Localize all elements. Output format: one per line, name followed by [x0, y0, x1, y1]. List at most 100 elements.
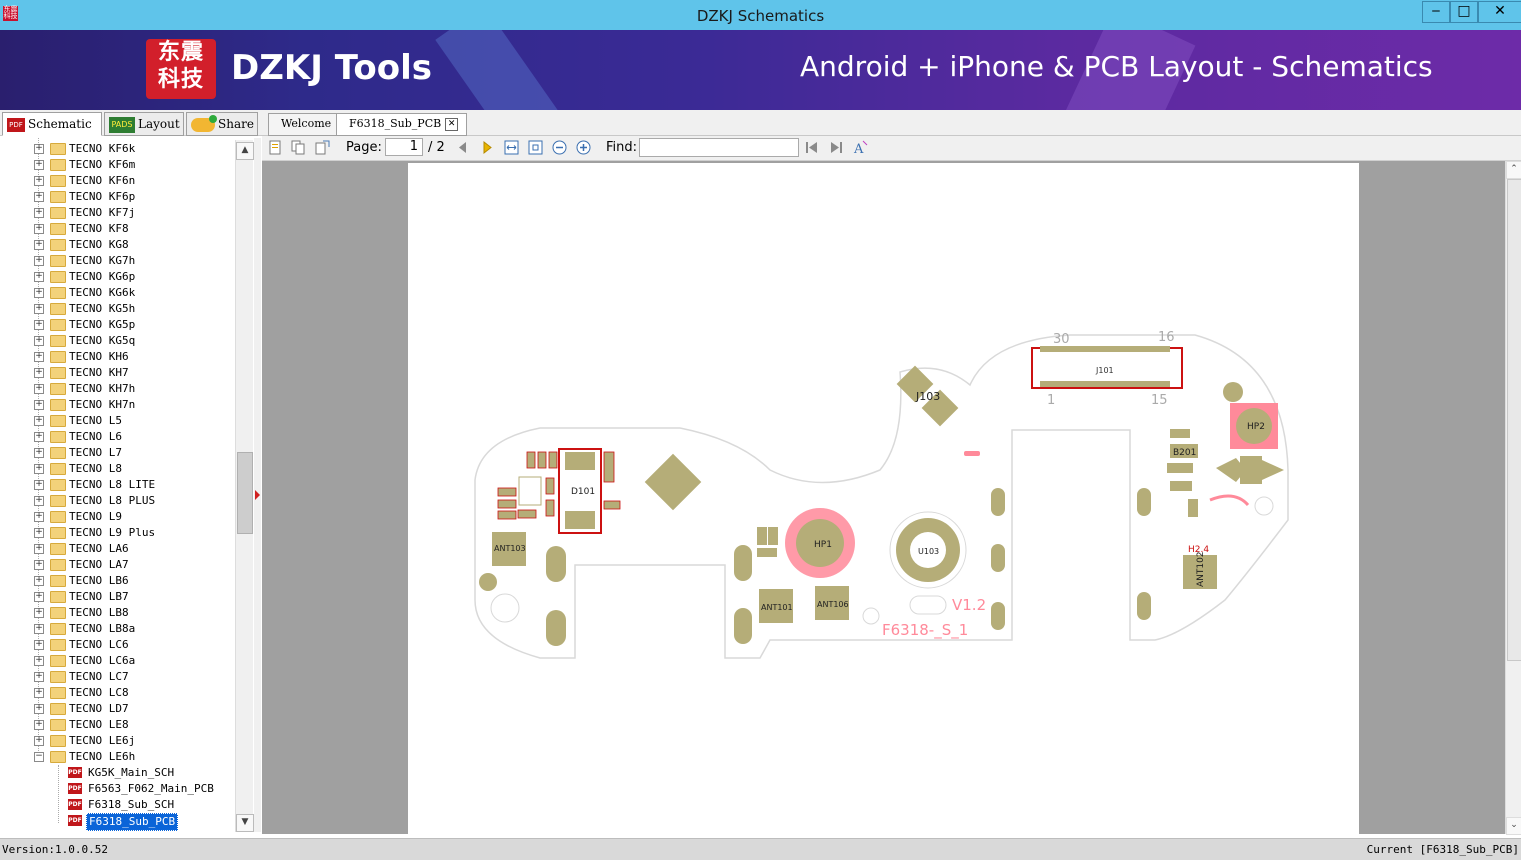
tree-folder[interactable]: − TECNO LE6h [0, 749, 234, 765]
expand-icon[interactable]: + [34, 656, 44, 666]
tree-folder[interactable]: + TECNO KG6k [0, 285, 234, 301]
tree-folder[interactable]: + TECNO LB7 [0, 589, 234, 605]
expand-icon[interactable]: + [34, 384, 44, 394]
tree-file[interactable]: PDF F6318_Sub_PCB [0, 813, 234, 831]
expand-icon[interactable]: + [34, 432, 44, 442]
tree-folder[interactable]: + TECNO KF7j [0, 205, 234, 221]
zoom-out-icon[interactable] [552, 140, 567, 155]
expand-icon[interactable]: + [34, 576, 44, 586]
tree-folder[interactable]: + TECNO KG5h [0, 301, 234, 317]
scroll-down-icon[interactable]: ▼ [236, 814, 254, 832]
fit-width-icon[interactable] [504, 140, 519, 155]
expand-icon[interactable]: + [34, 160, 44, 170]
panel-splitter[interactable] [254, 138, 261, 832]
scroll-up-icon[interactable]: ⌃ [1506, 161, 1521, 179]
expand-icon[interactable]: + [34, 640, 44, 650]
expand-icon[interactable]: + [34, 192, 44, 202]
tree-folder[interactable]: + TECNO LA7 [0, 557, 234, 573]
tree-folder[interactable]: + TECNO LC6 [0, 637, 234, 653]
tree-scroll-thumb[interactable] [237, 452, 253, 534]
tree-folder[interactable]: + TECNO KH7h [0, 381, 234, 397]
tree-folder[interactable]: + TECNO L9 [0, 509, 234, 525]
tree-folder[interactable]: + TECNO KH7n [0, 397, 234, 413]
tree-folder[interactable]: + TECNO KG6p [0, 269, 234, 285]
tree-folder[interactable]: + TECNO KG5q [0, 333, 234, 349]
collapse-arrow-icon[interactable] [255, 490, 260, 500]
document-viewer[interactable]: J101 30 16 1 15 J103 HP2 B201 ANT102 H2.… [262, 161, 1505, 834]
tree-folder[interactable]: + TECNO LE6j [0, 733, 234, 749]
tree-folder[interactable]: + TECNO KH7 [0, 365, 234, 381]
tree-folder[interactable]: + TECNO L5 [0, 413, 234, 429]
tree-folder[interactable]: + TECNO KF6p [0, 189, 234, 205]
expand-icon[interactable]: + [34, 416, 44, 426]
expand-icon[interactable]: + [34, 288, 44, 298]
tree-file[interactable]: PDF F6318_Sub_SCH [0, 797, 234, 813]
expand-icon[interactable]: + [34, 240, 44, 250]
expand-icon[interactable]: + [34, 256, 44, 266]
expand-icon[interactable]: + [34, 608, 44, 618]
tree-folder[interactable]: + TECNO KH6 [0, 349, 234, 365]
tree-folder[interactable]: + TECNO L8 PLUS [0, 493, 234, 509]
find-input[interactable] [639, 138, 799, 157]
expand-icon[interactable]: + [34, 368, 44, 378]
expand-icon[interactable]: + [34, 304, 44, 314]
expand-icon[interactable]: + [34, 672, 44, 682]
expand-icon[interactable]: + [34, 528, 44, 538]
tree-folder[interactable]: + TECNO LB6 [0, 573, 234, 589]
find-next-icon[interactable] [829, 140, 844, 155]
expand-icon[interactable]: + [34, 352, 44, 362]
open-file-icon[interactable] [268, 140, 283, 155]
tree-file[interactable]: PDF KG5K_Main_SCH [0, 765, 234, 781]
expand-icon[interactable]: + [34, 272, 44, 282]
expand-icon[interactable]: + [34, 208, 44, 218]
tree-folder[interactable]: + TECNO LB8a [0, 621, 234, 637]
next-page-icon[interactable] [480, 140, 495, 155]
expand-icon[interactable]: + [34, 592, 44, 602]
expand-icon[interactable]: + [34, 320, 44, 330]
expand-icon[interactable]: + [34, 688, 44, 698]
export-icon[interactable] [315, 140, 330, 155]
expand-icon[interactable]: + [34, 464, 44, 474]
tree-folder[interactable]: + TECNO LC6a [0, 653, 234, 669]
fit-page-icon[interactable] [528, 140, 543, 155]
viewer-scroll-thumb[interactable] [1507, 179, 1521, 661]
expand-icon[interactable]: + [34, 624, 44, 634]
close-tab-icon[interactable]: ✕ [445, 117, 459, 131]
minimize-button[interactable]: ‒ [1422, 1, 1450, 23]
expand-icon[interactable]: + [34, 704, 44, 714]
tab-layout[interactable]: PADS Layout [104, 112, 184, 136]
scroll-down-icon[interactable]: ⌄ [1506, 817, 1521, 835]
expand-icon[interactable]: + [34, 480, 44, 490]
expand-icon[interactable]: + [34, 400, 44, 410]
tree-folder[interactable]: + TECNO LC8 [0, 685, 234, 701]
expand-icon[interactable]: + [34, 144, 44, 154]
tree-folder[interactable]: + TECNO L8 LITE [0, 477, 234, 493]
viewer-scrollbar[interactable]: ⌃ ⌄ [1505, 161, 1521, 835]
expand-icon[interactable]: + [34, 448, 44, 458]
tree-folder[interactable]: + TECNO KG5p [0, 317, 234, 333]
tree-folder[interactable]: + TECNO KF6m [0, 157, 234, 173]
collapse-icon[interactable]: − [34, 752, 44, 762]
tree-folder[interactable]: + TECNO KG7h [0, 253, 234, 269]
expand-icon[interactable]: + [34, 496, 44, 506]
tree-folder[interactable]: + TECNO KF6n [0, 173, 234, 189]
find-previous-icon[interactable] [804, 140, 819, 155]
tree-file[interactable]: PDF F6563_F062_Main_PCB [0, 781, 234, 797]
tree-folder[interactable]: + TECNO KF8 [0, 221, 234, 237]
tree-folder[interactable]: + TECNO KG8 [0, 237, 234, 253]
close-button[interactable]: ✕ [1478, 1, 1521, 23]
tree-folder[interactable]: + TECNO L7 [0, 445, 234, 461]
tab-share[interactable]: Share [186, 112, 258, 136]
expand-icon[interactable]: + [34, 176, 44, 186]
copy-icon[interactable] [291, 140, 306, 155]
expand-icon[interactable]: + [34, 512, 44, 522]
expand-icon[interactable]: + [34, 560, 44, 570]
expand-icon[interactable]: + [34, 736, 44, 746]
tree-folder[interactable]: + TECNO L6 [0, 429, 234, 445]
expand-icon[interactable]: + [34, 720, 44, 730]
tree-folder[interactable]: + TECNO LB8 [0, 605, 234, 621]
tree-folder[interactable]: + TECNO LA6 [0, 541, 234, 557]
expand-icon[interactable]: + [34, 336, 44, 346]
tab-f6318-sub-pcb[interactable]: F6318_Sub_PCB ✕ [336, 113, 468, 136]
highlight-text-icon[interactable]: A [853, 140, 868, 155]
